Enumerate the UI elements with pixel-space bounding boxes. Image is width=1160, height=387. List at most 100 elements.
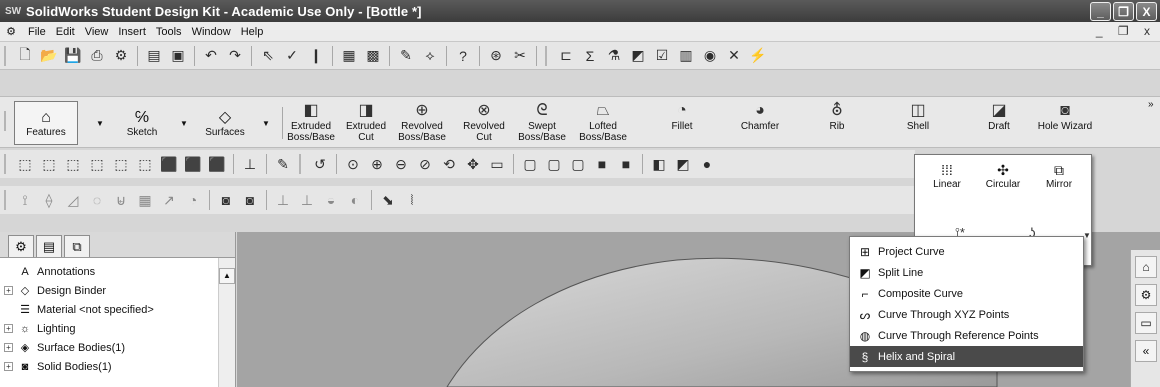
grid-icon[interactable]: ▩ <box>363 46 383 66</box>
fill-icon[interactable]: ◙ <box>216 190 236 210</box>
revolved-cut-button[interactable]: ⊗ Revolved Cut <box>460 101 508 145</box>
extruded-cut-button[interactable]: ◨ Extruded Cut <box>342 101 390 145</box>
swept-boss-button[interactable]: ᘓ Swept Boss/Base <box>514 101 570 145</box>
thickness-icon[interactable]: ▥ <box>676 46 696 66</box>
solidworks-app-icon[interactable]: SW <box>4 3 22 19</box>
knit-icon[interactable]: ▦ <box>135 190 155 210</box>
measure-icon[interactable]: ⊏ <box>556 46 576 66</box>
chevron-down-icon[interactable]: ▼ <box>96 119 104 128</box>
linear-pattern-button[interactable]: ⁞⁞⁞ Linear <box>919 161 975 197</box>
coordinate-icon[interactable]: ◒ <box>321 190 341 210</box>
hidden-lines-removed-icon[interactable]: ▢ <box>568 154 588 174</box>
tree-item-design-binder[interactable]: + ◇ Design Binder <box>0 281 235 300</box>
extend-icon[interactable]: ↗ <box>159 190 179 210</box>
delete-face-icon[interactable]: ◙ <box>240 190 260 210</box>
help-icon[interactable]: ? <box>453 46 473 66</box>
menu-edit[interactable]: Edit <box>51 26 80 38</box>
feature-manager-tab-icon[interactable]: ⚙ <box>8 235 34 257</box>
point-icon[interactable]: ◐ <box>345 190 365 210</box>
shell-button[interactable]: ◫ Shell <box>900 101 936 145</box>
toolbar-grip[interactable] <box>4 154 10 174</box>
menu-window[interactable]: Window <box>187 26 236 38</box>
menu-item-composite-curve[interactable]: ⌐ Composite Curve <box>850 283 1083 304</box>
expand-icon[interactable]: + <box>4 286 13 295</box>
close-button[interactable]: X <box>1136 2 1157 21</box>
extruded-boss-button[interactable]: ◧ Extruded Boss/Base <box>286 101 336 145</box>
traffic-light-icon[interactable]: ❙ <box>306 46 326 66</box>
chevron-down-icon[interactable]: ▼ <box>1083 231 1091 240</box>
shaded-cube-icon[interactable]: ⬛ <box>159 154 179 174</box>
redo-icon[interactable]: ↷ <box>225 46 245 66</box>
normal-to-icon[interactable]: ⊥ <box>240 154 260 174</box>
check-icon[interactable]: ◩ <box>628 46 648 66</box>
page-setup-icon[interactable]: ▣ <box>168 46 188 66</box>
shaded-cube-icon[interactable]: ⬛ <box>207 154 227 174</box>
menu-item-split-line[interactable]: ◩ Split Line <box>850 262 1083 283</box>
menu-item-curve-xyz[interactable]: ᔕ Curve Through XYZ Points <box>850 304 1083 325</box>
instant3d-icon[interactable]: ⊛ <box>486 46 506 66</box>
menu-insert[interactable]: Insert <box>113 26 151 38</box>
chevron-down-icon[interactable]: ▼ <box>262 119 270 128</box>
toolbar-grip[interactable] <box>4 45 10 66</box>
undo-icon[interactable]: ↶ <box>201 46 221 66</box>
tree-item-surface-bodies[interactable]: + ◈ Surface Bodies(1) <box>0 338 235 357</box>
chamfer-button[interactable]: ◕ Chamfer <box>738 101 782 145</box>
revolved-boss-button[interactable]: ⊕ Revolved Boss/Base <box>394 101 450 145</box>
rebuild-icon[interactable]: ✓ <box>282 46 302 66</box>
shaded-cube-icon[interactable]: ⬛ <box>183 154 203 174</box>
expand-icon[interactable]: + <box>4 362 13 371</box>
shadows-icon[interactable]: ◧ <box>649 154 669 174</box>
select-icon[interactable]: ⇖ <box>258 46 278 66</box>
view-cube-icon[interactable]: ⬚ <box>87 154 107 174</box>
zoom-selection-icon[interactable]: ⊘ <box>415 154 435 174</box>
tab-sketch[interactable]: ℅ Sketch <box>112 101 172 145</box>
shaded-with-edges-icon[interactable]: ■ <box>592 154 612 174</box>
smart-dimension-icon[interactable]: ⟡ <box>420 46 440 66</box>
reference-axis-icon[interactable]: ⊥ <box>273 190 293 210</box>
file-properties-icon[interactable]: ▦ <box>339 46 359 66</box>
tab-surfaces[interactable]: ◇ Surfaces <box>194 101 256 145</box>
feature-statistics-icon[interactable]: ⚗ <box>604 46 624 66</box>
print-preview-icon[interactable]: ▤ <box>144 46 164 66</box>
tree-item-lighting[interactable]: + ☼ Lighting <box>0 319 235 338</box>
menu-item-curve-reference[interactable]: ◍ Curve Through Reference Points <box>850 325 1083 346</box>
document-window-controls[interactable]: _ ❐ x <box>1096 24 1156 38</box>
reference-plane-icon[interactable]: ⊥ <box>297 190 317 210</box>
zoom-fit-icon[interactable]: ⊙ <box>343 154 363 174</box>
dimxpert-icon[interactable]: ⚡ <box>748 46 768 66</box>
circular-pattern-button[interactable]: ✣ Circular <box>975 161 1031 197</box>
minimize-button[interactable]: _ <box>1090 2 1111 21</box>
rotate-icon[interactable]: ⟲ <box>439 154 459 174</box>
collapse-icon[interactable]: « <box>1135 340 1157 362</box>
configuration-manager-tab-icon[interactable]: ⧉ <box>64 235 90 257</box>
sketch-on-icon[interactable]: ✎ <box>273 154 293 174</box>
menu-file[interactable]: File <box>23 26 51 38</box>
tolerance-icon[interactable]: ✕ <box>724 46 744 66</box>
sketch-toolbar-icon[interactable]: ✎ <box>396 46 416 66</box>
fillet-button[interactable]: ◔ Fillet <box>664 101 700 145</box>
equations-icon[interactable]: Σ <box>580 46 600 66</box>
section-icon[interactable]: ✂ <box>510 46 530 66</box>
offset-icon[interactable]: ◌ <box>87 190 107 210</box>
options-icon[interactable]: ⚙ <box>111 46 131 66</box>
tree-item-material[interactable]: ☰ Material <not specified> <box>0 300 235 319</box>
rib-button[interactable]: ⛢ Rib <box>822 101 852 145</box>
open-icon[interactable]: 📂 <box>39 46 59 66</box>
view-orientation-icon[interactable]: ▭ <box>487 154 507 174</box>
view-cube-icon[interactable]: ⬚ <box>15 154 35 174</box>
expand-icon[interactable]: + <box>4 324 13 333</box>
new-document-icon[interactable]: 🗋 <box>15 46 35 66</box>
toolbar-grip[interactable] <box>299 154 305 174</box>
draft-button[interactable]: ◪ Draft <box>982 101 1016 145</box>
view-cube-icon[interactable]: ⬚ <box>39 154 59 174</box>
previous-view-icon[interactable]: ↺ <box>310 154 330 174</box>
zoom-area-icon[interactable]: ⊕ <box>367 154 387 174</box>
menu-item-helix-spiral[interactable]: § Helix and Spiral <box>850 346 1083 367</box>
loft-icon[interactable]: ⟠ <box>39 190 59 210</box>
hole-wizard-button[interactable]: ◙ Hole Wizard <box>1030 101 1100 145</box>
print-icon[interactable]: ⎙ <box>87 46 107 66</box>
file-explorer-icon[interactable]: ▭ <box>1135 312 1157 334</box>
scroll-up-icon[interactable]: ▲ <box>219 268 235 284</box>
design-library-icon[interactable]: ⚙ <box>1135 284 1157 306</box>
sweep-icon[interactable]: ⟟ <box>15 190 35 210</box>
